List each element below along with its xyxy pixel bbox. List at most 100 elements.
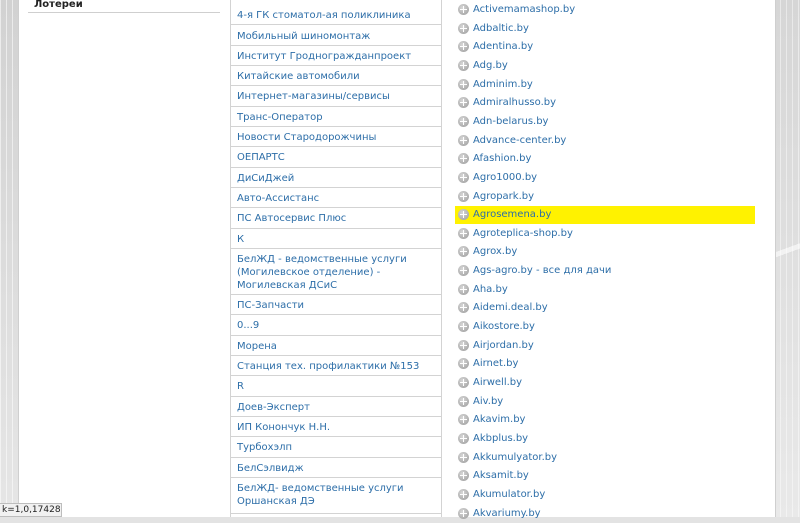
- site-list-item[interactable]: Adbaltic.by: [455, 20, 755, 38]
- category-link[interactable]: ПС-Запчасти: [231, 295, 441, 315]
- category-link[interactable]: Доев-Эксперт: [231, 397, 441, 417]
- plus-circle-icon[interactable]: [458, 489, 469, 500]
- site-list-item[interactable]: Aha.by: [455, 281, 755, 299]
- plus-circle-icon[interactable]: [458, 377, 469, 388]
- category-link[interactable]: Турбохэлп: [231, 437, 441, 458]
- category-link[interactable]: Авто-Ассистанс: [231, 188, 441, 208]
- plus-circle-icon[interactable]: [458, 23, 469, 34]
- site-list-item-label[interactable]: Agroteplica-shop.by: [473, 225, 573, 243]
- site-list-item-label[interactable]: Aikostore.by: [473, 318, 535, 336]
- plus-circle-icon[interactable]: [458, 4, 469, 15]
- site-list-item-label[interactable]: Aidemi.deal.by: [473, 299, 548, 317]
- site-list-item-label[interactable]: Airjordan.by: [473, 337, 534, 355]
- category-link[interactable]: ИП Конончук Н.Н.: [231, 417, 441, 437]
- plus-circle-icon[interactable]: [458, 97, 469, 108]
- site-list-item-label[interactable]: Adminim.by: [473, 76, 533, 94]
- site-list-item[interactable]: Aidemi.deal.by: [455, 299, 755, 317]
- site-list-item-label[interactable]: Akvariumy.by: [473, 505, 541, 523]
- site-list-item-label[interactable]: Aksamit.by: [473, 467, 529, 485]
- site-list-item[interactable]: Activemamashop.by: [455, 1, 755, 19]
- site-list-item-label[interactable]: Admiralhusso.by: [473, 94, 556, 112]
- site-list-item[interactable]: Adn-belarus.by: [455, 113, 755, 131]
- site-list-item[interactable]: Agropark.by: [455, 188, 755, 206]
- site-list-item-label[interactable]: Akbplus.by: [473, 430, 528, 448]
- plus-circle-icon[interactable]: [458, 79, 469, 90]
- site-list-item[interactable]: Advance-center.by: [455, 132, 755, 150]
- site-list-item-label[interactable]: Agropark.by: [473, 188, 534, 206]
- category-link[interactable]: БелСэлвидж: [231, 458, 441, 478]
- plus-circle-icon[interactable]: [458, 452, 469, 463]
- site-list-item-label[interactable]: Aiv.by: [473, 393, 503, 411]
- category-link[interactable]: Станция тех. профилактики №153: [231, 356, 441, 376]
- site-list-item[interactable]: Airnet.by: [455, 355, 755, 373]
- site-list-item[interactable]: Ags-agro.by - все для дачи: [455, 262, 755, 280]
- plus-circle-icon[interactable]: [458, 340, 469, 351]
- site-list-item[interactable]: Aksamit.by: [455, 467, 755, 485]
- site-list-item-label[interactable]: Akavim.by: [473, 411, 525, 429]
- site-list-item-label[interactable]: Ags-agro.by - все для дачи: [473, 262, 611, 280]
- site-list-item-label[interactable]: Adentina.by: [473, 38, 533, 56]
- plus-circle-icon[interactable]: [458, 284, 469, 295]
- site-list-item-label[interactable]: Aha.by: [473, 281, 508, 299]
- plus-circle-icon[interactable]: [458, 116, 469, 127]
- site-list-item-label[interactable]: Akkumulyator.by: [473, 449, 557, 467]
- site-list-item[interactable]: Afashion.by: [455, 150, 755, 168]
- plus-circle-icon[interactable]: [458, 302, 469, 313]
- category-link[interactable]: БелЖД - ведомственные услуги (Могилевско…: [231, 249, 441, 295]
- category-link[interactable]: Мобильный шиномонтаж: [231, 26, 441, 46]
- site-list-item[interactable]: Admiralhusso.by: [455, 94, 755, 112]
- plus-circle-icon[interactable]: [458, 321, 469, 332]
- plus-circle-icon[interactable]: [458, 508, 469, 519]
- site-list-item[interactable]: Adentina.by: [455, 38, 755, 56]
- category-link[interactable]: ПС Автосервис Плюс: [231, 208, 441, 229]
- site-list-item[interactable]: Akavim.by: [455, 411, 755, 429]
- site-list-item-label[interactable]: Airwell.by: [473, 374, 522, 392]
- plus-circle-icon[interactable]: [458, 135, 469, 146]
- site-list-item-label[interactable]: Activemamashop.by: [473, 1, 575, 19]
- site-list-item[interactable]: Aiv.by: [455, 393, 755, 411]
- site-list-item[interactable]: Akumulator.by: [455, 486, 755, 504]
- site-list-item-label[interactable]: Agro1000.by: [473, 169, 537, 187]
- category-link[interactable]: ДиСиДжей: [231, 168, 441, 188]
- plus-circle-icon[interactable]: [458, 265, 469, 276]
- category-link[interactable]: Институт Гродногражданпроект: [231, 46, 441, 66]
- category-link[interactable]: Транс-Оператор: [231, 107, 441, 127]
- site-list-item-label[interactable]: Adg.by: [473, 57, 508, 75]
- plus-circle-icon[interactable]: [458, 209, 469, 220]
- site-list-item-label[interactable]: Adn-belarus.by: [473, 113, 548, 131]
- plus-circle-icon[interactable]: [458, 172, 469, 183]
- category-link[interactable]: БелЖД- ведомственные услуги Оршанская ДЭ: [231, 478, 441, 514]
- category-link[interactable]: Интернет-магазины/сервисы: [231, 86, 441, 107]
- site-list-item-highlighted[interactable]: Agrosemena.by: [455, 206, 755, 224]
- category-link[interactable]: Морена: [231, 336, 441, 356]
- left-nav-item-lotteries[interactable]: Лотереи: [28, 0, 220, 13]
- plus-circle-icon[interactable]: [458, 191, 469, 202]
- site-list-item[interactable]: Airwell.by: [455, 374, 755, 392]
- plus-circle-icon[interactable]: [458, 396, 469, 407]
- site-list-item[interactable]: Adg.by: [455, 57, 755, 75]
- plus-circle-icon[interactable]: [458, 246, 469, 257]
- site-list-item-label[interactable]: Agrox.by: [473, 243, 517, 261]
- plus-circle-icon[interactable]: [458, 414, 469, 425]
- site-list-item-label[interactable]: Airnet.by: [473, 355, 518, 373]
- category-link[interactable]: R: [231, 376, 441, 397]
- site-list-item[interactable]: Akvariumy.by: [455, 505, 755, 523]
- category-link[interactable]: Китайские автомобили: [231, 66, 441, 86]
- category-link[interactable]: 4-я ГК стоматол-ая поликлиника: [231, 5, 441, 25]
- site-list-item-label[interactable]: Adbaltic.by: [473, 20, 529, 38]
- site-list-item[interactable]: Agroteplica-shop.by: [455, 225, 755, 243]
- plus-circle-icon[interactable]: [458, 228, 469, 239]
- plus-circle-icon[interactable]: [458, 358, 469, 369]
- plus-circle-icon[interactable]: [458, 470, 469, 481]
- site-list-item[interactable]: Akbplus.by: [455, 430, 755, 448]
- plus-circle-icon[interactable]: [458, 41, 469, 52]
- site-list-item[interactable]: Agrox.by: [455, 243, 755, 261]
- category-link[interactable]: Новости Стародорожчины: [231, 127, 441, 147]
- site-list-item-label[interactable]: Advance-center.by: [473, 132, 566, 150]
- category-link[interactable]: ОЕПАРТС: [231, 147, 441, 168]
- site-list-item[interactable]: Airjordan.by: [455, 337, 755, 355]
- site-list-item[interactable]: Adminim.by: [455, 76, 755, 94]
- category-link[interactable]: К: [231, 229, 441, 249]
- site-list-item[interactable]: Akkumulyator.by: [455, 449, 755, 467]
- site-list-item-label[interactable]: Agrosemena.by: [473, 206, 551, 224]
